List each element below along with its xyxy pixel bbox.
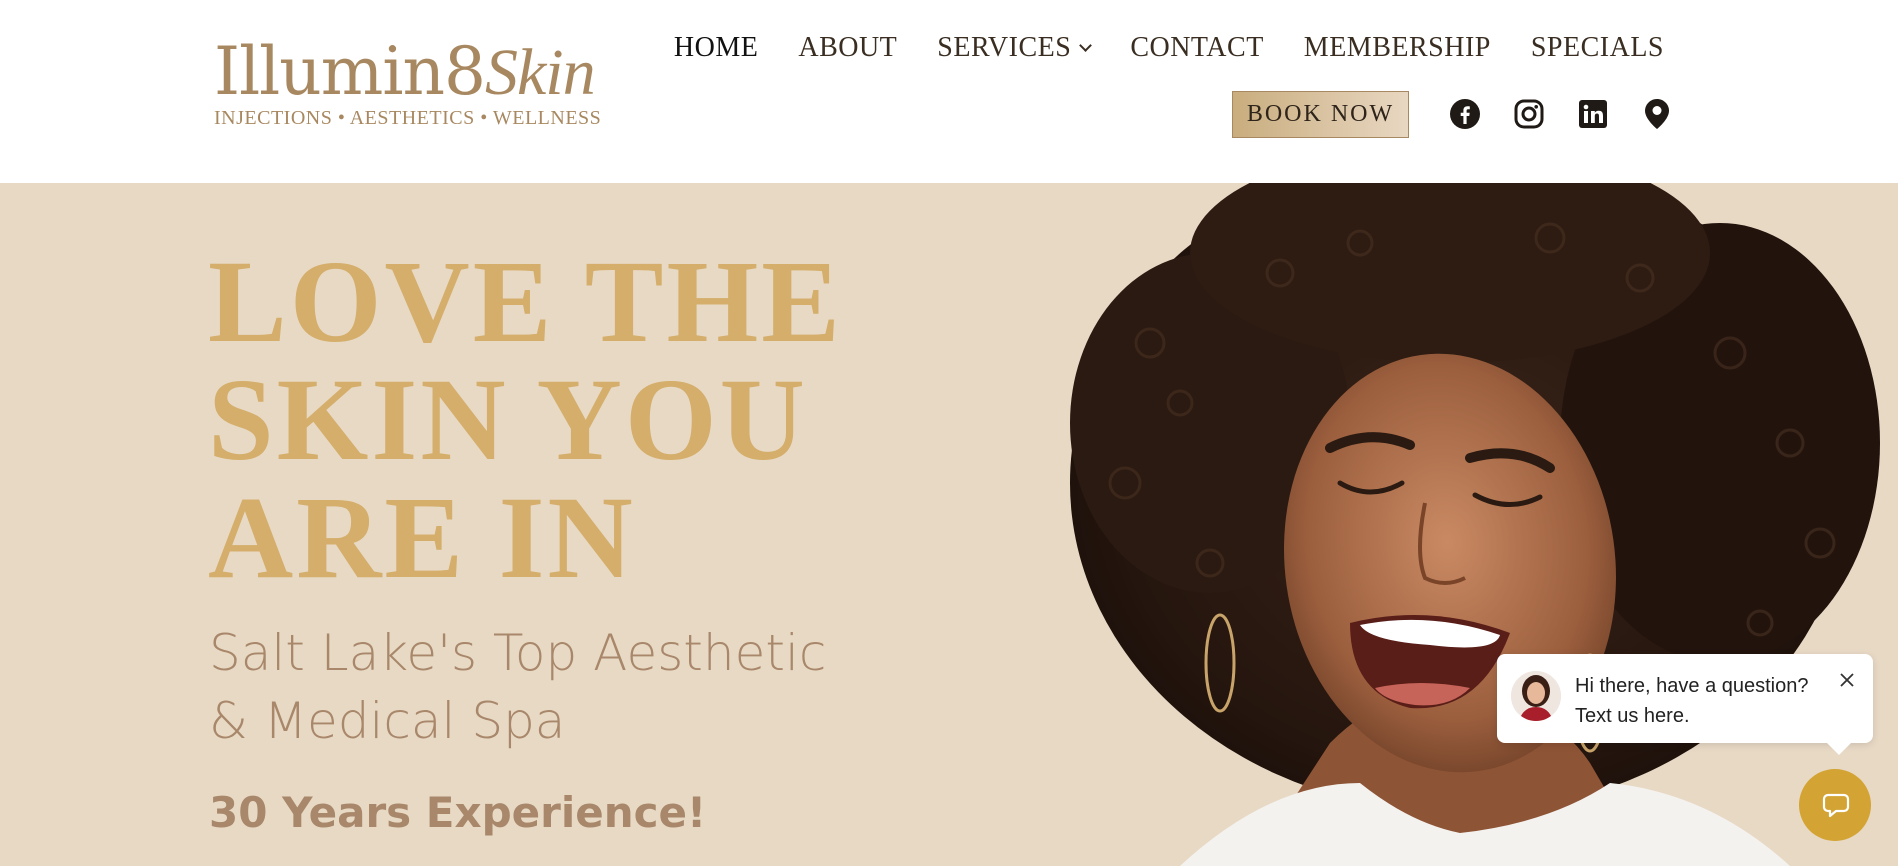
chat-launcher-button[interactable] bbox=[1799, 769, 1871, 841]
hero-title-line: LOVE THE bbox=[208, 236, 843, 367]
chat-message-line: Text us here. bbox=[1575, 705, 1690, 727]
nav-services-label: SERVICES bbox=[937, 32, 1072, 63]
hero-subtitle-line: & Medical Spa bbox=[209, 692, 566, 750]
main-nav: HOME ABOUT SERVICES CONTACT MEMBERSHIP S… bbox=[674, 32, 1664, 64]
hero-subtitle: Salt Lake's Top Aesthetic & Medical Spa bbox=[209, 619, 829, 755]
book-now-button[interactable]: BOOK NOW bbox=[1232, 91, 1409, 138]
hero-section: LOVE THE SKIN YOU ARE IN Salt Lake's Top… bbox=[0, 183, 1898, 866]
chat-popup[interactable]: Hi there, have a question? Text us here. bbox=[1497, 654, 1873, 755]
chevron-down-icon bbox=[1079, 38, 1093, 52]
chat-message-line: Hi there, have a question? bbox=[1575, 675, 1809, 697]
instagram-icon[interactable] bbox=[1512, 97, 1546, 131]
nav-home[interactable]: HOME bbox=[674, 32, 758, 64]
nav-membership-label: MEMBERSHIP bbox=[1303, 32, 1491, 63]
logo-name-part1: Illumin8 bbox=[214, 33, 486, 110]
hero-subtitle-line: Salt Lake's Top Aesthetic bbox=[209, 624, 827, 682]
nav-specials-label: SPECIALS bbox=[1530, 32, 1664, 63]
chat-icon bbox=[1822, 793, 1850, 818]
logo-tagline: INJECTIONS • AESTHETICS • WELLNESS bbox=[214, 107, 602, 129]
social-links bbox=[1448, 97, 1674, 131]
hero-photo bbox=[1070, 183, 1880, 866]
close-icon[interactable] bbox=[1835, 668, 1859, 692]
hero-title-line: ARE IN bbox=[208, 472, 636, 603]
chat-avatar bbox=[1511, 671, 1561, 721]
chat-message: Hi there, have a question? Text us here. bbox=[1575, 671, 1825, 731]
hero-title: LOVE THE SKIN YOU ARE IN bbox=[208, 243, 908, 597]
nav-contact-label: CONTACT bbox=[1130, 32, 1264, 63]
hero-experience: 30 Years Experience! bbox=[209, 788, 707, 837]
facebook-icon[interactable] bbox=[1448, 97, 1482, 131]
logo-wordmark: Illumin8Skin bbox=[214, 33, 596, 111]
nav-about-label: ABOUT bbox=[798, 32, 898, 63]
nav-specials[interactable]: SPECIALS bbox=[1531, 32, 1664, 64]
logo[interactable]: Illumin8Skin INJECTIONS • AESTHETICS • W… bbox=[214, 33, 602, 134]
nav-membership[interactable]: MEMBERSHIP bbox=[1304, 32, 1491, 64]
nav-about[interactable]: ABOUT bbox=[798, 32, 897, 64]
nav-contact[interactable]: CONTACT bbox=[1130, 32, 1263, 64]
map-pin-icon[interactable] bbox=[1640, 97, 1674, 131]
hero-title-line: SKIN YOU bbox=[208, 354, 808, 485]
site-header: Illumin8Skin INJECTIONS • AESTHETICS • W… bbox=[0, 0, 1898, 183]
nav-home-label: HOME bbox=[673, 32, 759, 63]
linkedin-icon[interactable] bbox=[1576, 97, 1610, 131]
logo-name-part2: Skin bbox=[485, 36, 596, 109]
nav-services[interactable]: SERVICES bbox=[937, 32, 1093, 64]
